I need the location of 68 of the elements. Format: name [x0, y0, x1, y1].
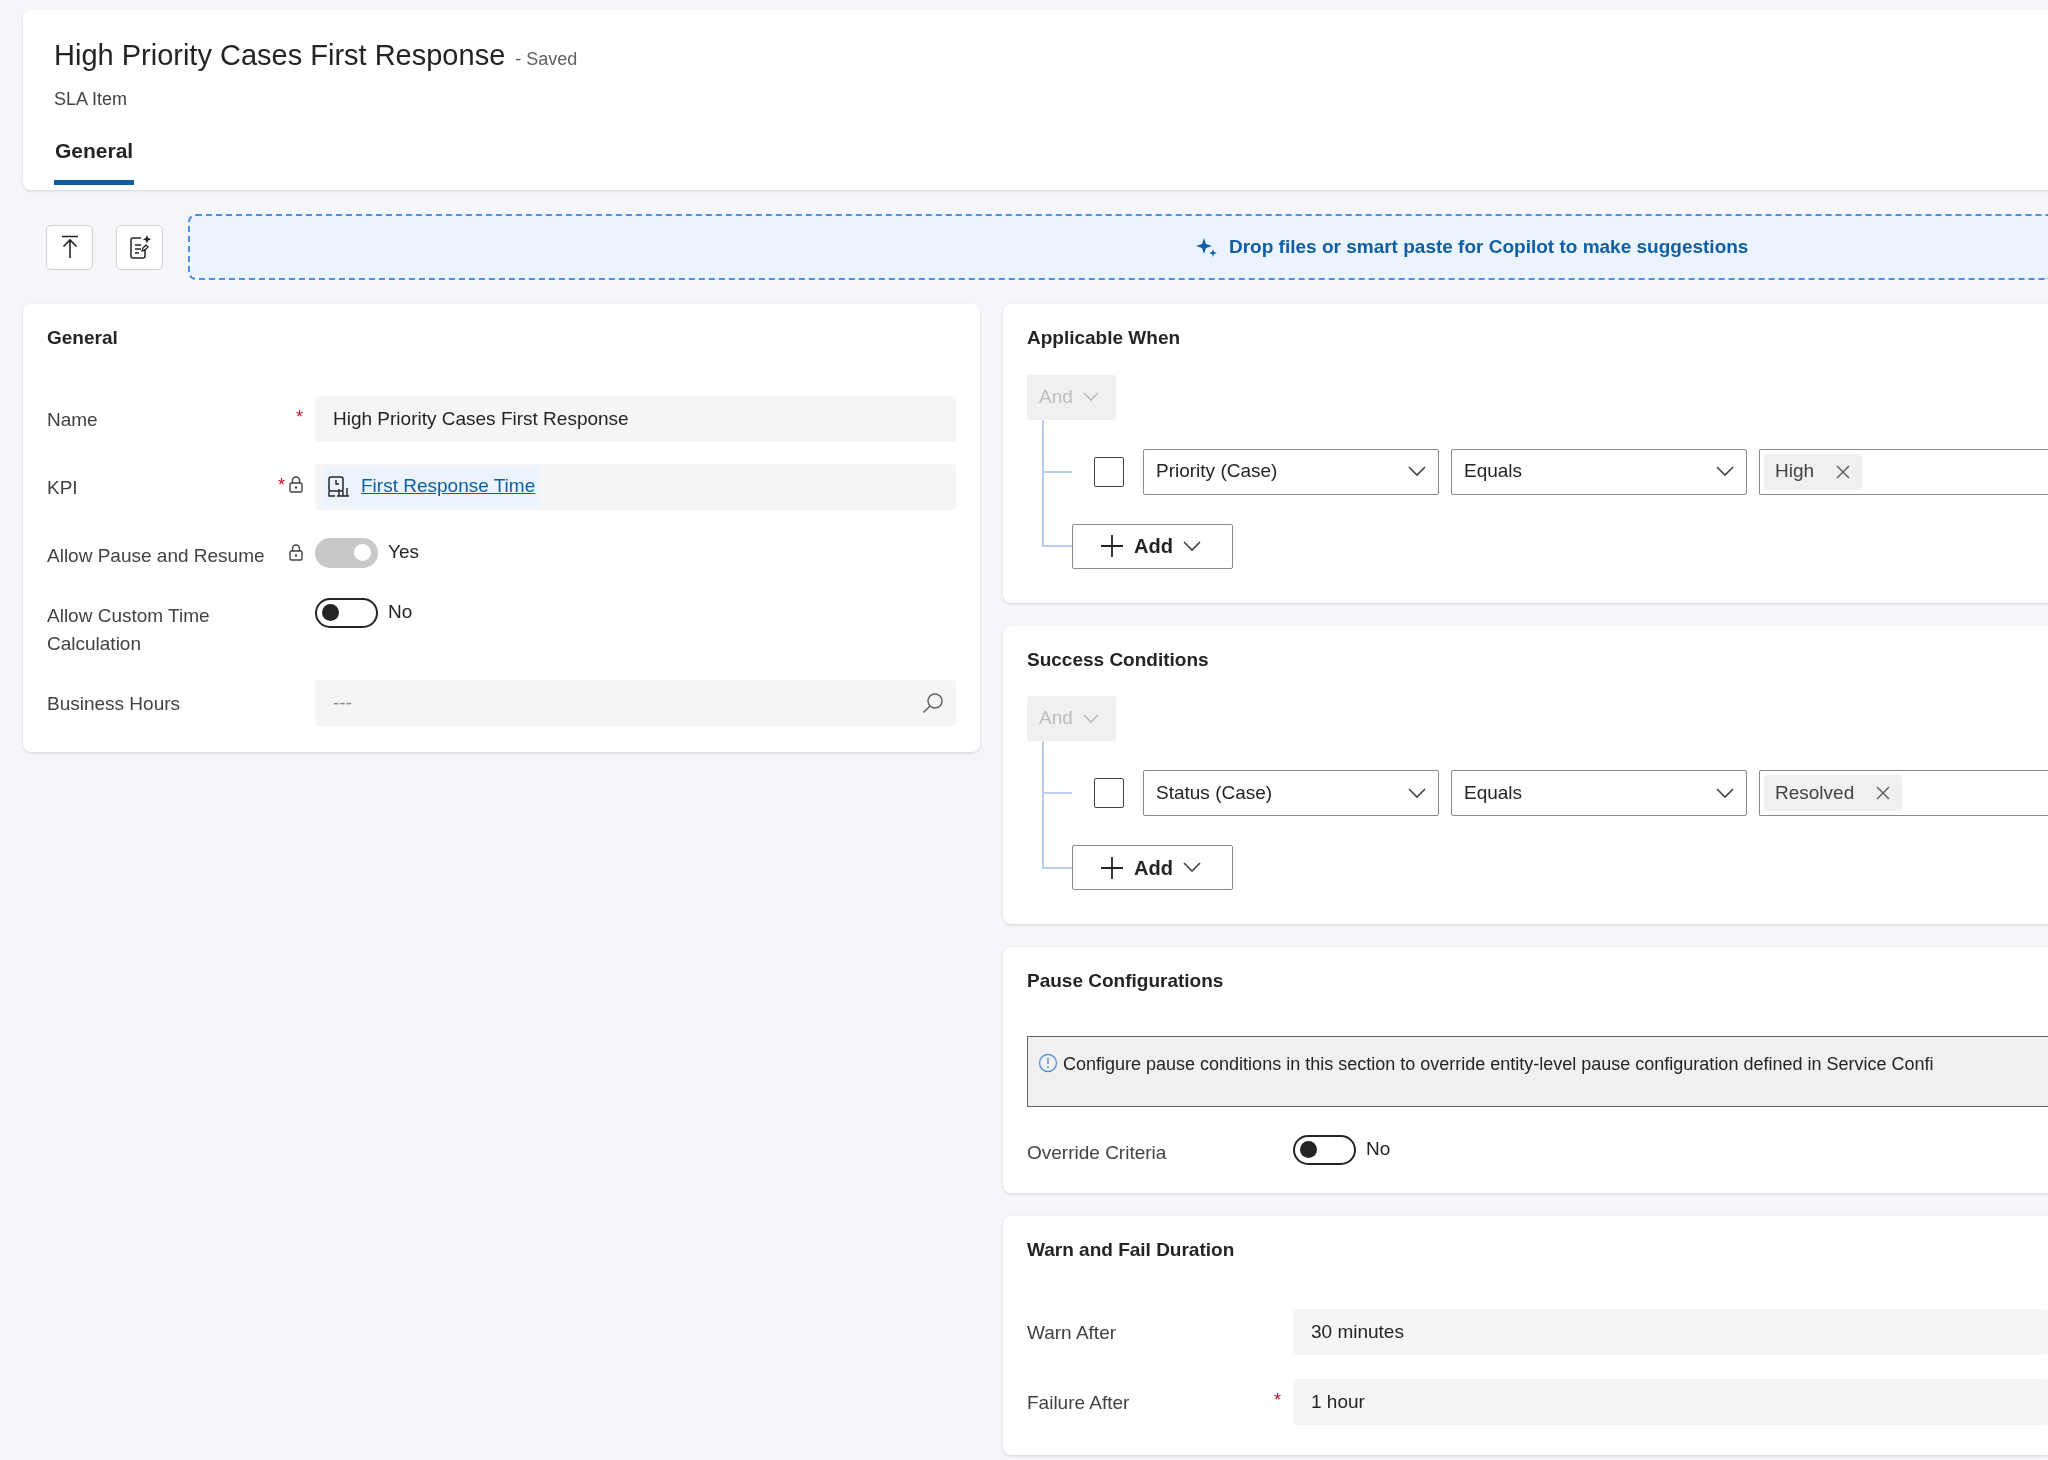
- required-mark: *: [1274, 1391, 1281, 1409]
- field-label: Warn After: [1027, 1321, 1117, 1345]
- chevron-down-icon: [1182, 540, 1201, 552]
- field-label: Override Criteria: [1027, 1140, 1167, 1165]
- text-field[interactable]: 1 hour: [1293, 1379, 2048, 1425]
- value-tag: Resolved: [1764, 775, 1903, 811]
- tree-line: [1042, 741, 1072, 794]
- condition-dropdown[interactable]: Equals: [1451, 448, 1747, 495]
- toggle-value: No: [388, 599, 413, 624]
- chevron-down-icon: [1082, 392, 1099, 402]
- text-field[interactable]: High Priority Cases First Response: [315, 395, 956, 442]
- copilot-paste-button[interactable]: [116, 224, 163, 270]
- chevron-down-icon: [1716, 787, 1734, 799]
- field-label: Failure After: [1027, 1391, 1130, 1415]
- add-condition-button[interactable]: Add: [1072, 845, 1233, 890]
- tab[interactable]: General: [54, 130, 135, 185]
- section-title: Warn and Fail Duration: [1027, 1237, 1235, 1262]
- text-field[interactable]: 30 minutes: [1293, 1309, 2048, 1355]
- toggle-value: Yes: [388, 539, 419, 564]
- chevron-down-icon: [1716, 466, 1734, 477]
- section-title: General: [47, 326, 118, 350]
- tree-line: [1042, 419, 1072, 473]
- condition-dropdown[interactable]: Equals: [1451, 770, 1747, 816]
- required-mark: *: [278, 475, 285, 494]
- field-label: Name: [47, 407, 98, 432]
- drop-zone[interactable]: Drop files or smart paste for Copilot to make suggestions: [188, 214, 2048, 280]
- close-icon: [1836, 464, 1851, 479]
- record-title: High Priority Cases First Response: [54, 38, 506, 73]
- value-tag: High: [1764, 453, 1863, 490]
- toggle-switch[interactable]: [315, 597, 378, 628]
- remove-value-button[interactable]: [1836, 464, 1851, 479]
- drop-zone-text: Drop files or smart paste for Copilot to make suggestions: [1229, 234, 1749, 259]
- section-title: Pause Configurations: [1027, 969, 1224, 993]
- value-field[interactable]: Resolved: [1759, 770, 2048, 816]
- field-label: Allow Custom Time Calculation: [47, 603, 211, 656]
- chevron-down-icon: [1082, 713, 1099, 724]
- close-icon: [1876, 786, 1891, 800]
- checkbox[interactable]: [1094, 778, 1124, 808]
- condition-dropdown[interactable]: Priority (Case): [1143, 448, 1439, 495]
- clock-chart-icon: [327, 474, 351, 499]
- toggle-value: No: [1366, 1136, 1391, 1161]
- plus-icon: [1100, 534, 1124, 558]
- search-field[interactable]: ---: [315, 679, 956, 726]
- required-mark: *: [296, 407, 303, 426]
- info-icon: [1038, 1052, 1058, 1073]
- collapse-button[interactable]: [46, 224, 93, 270]
- condition-dropdown[interactable]: Status (Case): [1143, 770, 1439, 816]
- save-status: - Saved: [515, 48, 578, 71]
- search-icon: [922, 691, 944, 714]
- info-text: Configure pause conditions in this section to override entity-level pause configuration defined in Service Confi: [1063, 1052, 1934, 1076]
- section-title: Success Conditions: [1027, 647, 1209, 672]
- chevron-down-icon: [1408, 466, 1426, 477]
- checkbox[interactable]: [1094, 456, 1124, 487]
- remove-value-button[interactable]: [1876, 786, 1891, 800]
- chevron-down-icon: [1182, 862, 1201, 873]
- section-title: Applicable When: [1027, 326, 1181, 350]
- add-condition-button[interactable]: Add: [1072, 523, 1233, 569]
- field-label: KPI: [47, 475, 78, 500]
- field-label: Business Hours: [47, 691, 181, 716]
- value-field[interactable]: High: [1759, 448, 2048, 495]
- chevron-down-icon: [1408, 787, 1426, 799]
- lookup-field[interactable]: First Response Time: [315, 463, 956, 510]
- field-label: Allow Pause and Resume: [47, 543, 265, 568]
- arrow-to-top-icon: [59, 235, 80, 259]
- plus-icon: [1100, 855, 1124, 880]
- toggle-switch[interactable]: [1293, 1134, 1356, 1165]
- document-sparkle-icon: [127, 234, 152, 260]
- record-type: SLA Item: [54, 87, 128, 111]
